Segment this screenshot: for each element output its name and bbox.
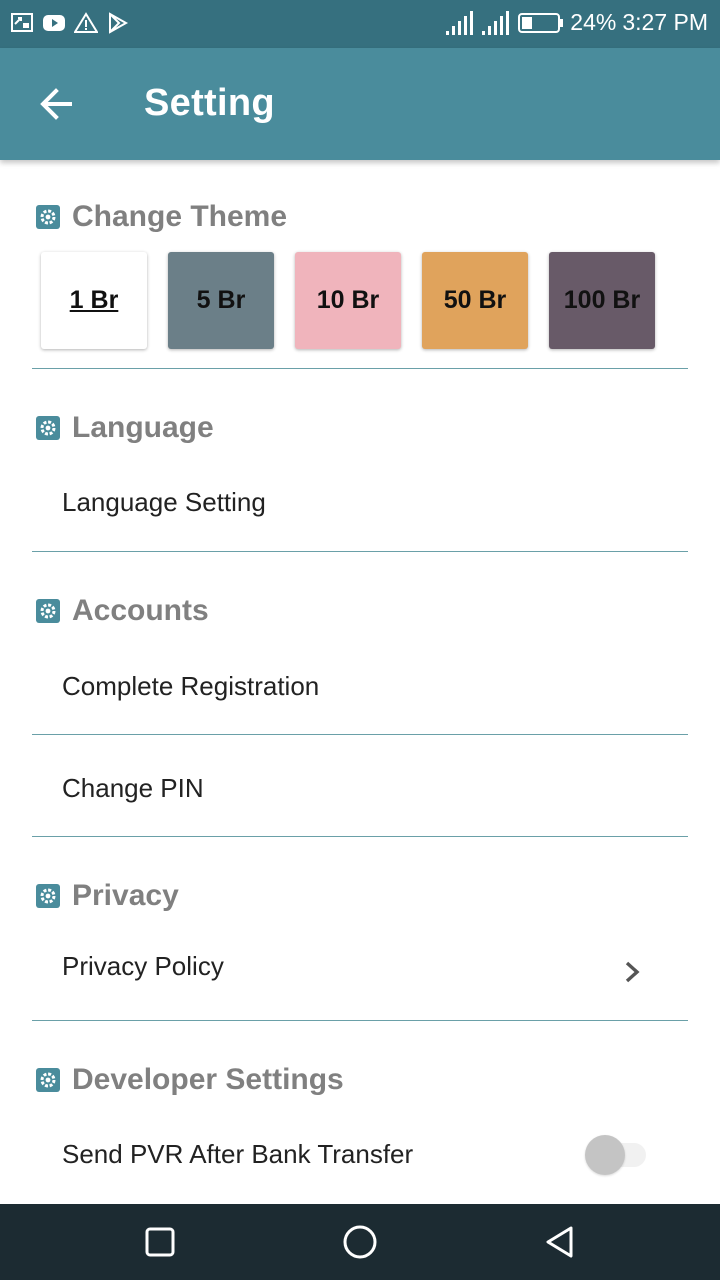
battery-level: 24% bbox=[570, 9, 617, 35]
theme-options: 1 Br 5 Br 10 Br 50 Br 100 Br bbox=[41, 252, 655, 349]
section-title-language: Language bbox=[72, 411, 214, 444]
clock: 3:27 PM bbox=[622, 9, 708, 35]
recents-icon[interactable] bbox=[140, 1222, 180, 1262]
gear-icon bbox=[36, 416, 60, 440]
section-header-language: Language bbox=[36, 411, 214, 445]
home-icon[interactable] bbox=[340, 1222, 380, 1262]
gear-icon bbox=[36, 599, 60, 623]
back-triangle-icon[interactable] bbox=[540, 1222, 580, 1262]
section-header-developer: Developer Settings bbox=[36, 1063, 344, 1097]
gear-icon bbox=[36, 205, 60, 229]
notification-icons bbox=[10, 10, 130, 36]
divider bbox=[32, 734, 688, 735]
complete-registration-item[interactable]: Complete Registration bbox=[62, 671, 319, 702]
battery-icon bbox=[518, 12, 564, 33]
section-title-privacy: Privacy bbox=[72, 879, 179, 912]
privacy-policy-item[interactable]: Privacy Policy bbox=[62, 951, 224, 982]
divider bbox=[32, 836, 688, 837]
gear-icon bbox=[36, 1068, 60, 1092]
divider bbox=[32, 551, 688, 552]
signal-icon bbox=[446, 10, 474, 35]
section-title-accounts: Accounts bbox=[72, 594, 209, 627]
system-status: 24% 3:27 PM bbox=[446, 9, 708, 36]
theme-option-1-br[interactable]: 1 Br bbox=[41, 252, 147, 349]
page-title: Setting bbox=[144, 82, 275, 124]
section-title-theme: Change Theme bbox=[72, 200, 288, 233]
toggle-knob bbox=[585, 1135, 625, 1175]
language-setting-item[interactable]: Language Setting bbox=[62, 487, 266, 518]
theme-option-5-br[interactable]: 5 Br bbox=[168, 252, 274, 349]
back-arrow-icon[interactable] bbox=[28, 76, 84, 132]
change-pin-item[interactable]: Change PIN bbox=[62, 773, 204, 804]
section-header-privacy: Privacy bbox=[36, 879, 179, 913]
chevron-right-icon[interactable] bbox=[620, 958, 644, 986]
send-pvr-toggle[interactable] bbox=[584, 1135, 650, 1175]
theme-option-10-br[interactable]: 10 Br bbox=[295, 252, 401, 349]
section-title-developer: Developer Settings bbox=[72, 1063, 344, 1096]
screen-cast-icon bbox=[11, 13, 33, 32]
gear-icon bbox=[36, 884, 60, 908]
navigation-bar bbox=[0, 1204, 720, 1280]
theme-option-50-br[interactable]: 50 Br bbox=[422, 252, 528, 349]
play-store-icon bbox=[109, 12, 129, 34]
divider bbox=[32, 368, 688, 369]
theme-option-100-br[interactable]: 100 Br bbox=[549, 252, 655, 349]
divider bbox=[32, 1020, 688, 1021]
section-header-theme: Change Theme bbox=[36, 200, 287, 234]
signal-icon bbox=[482, 10, 510, 35]
status-bar: 24% 3:27 PM bbox=[0, 0, 720, 48]
section-header-accounts: Accounts bbox=[36, 594, 209, 628]
send-pvr-item: Send PVR After Bank Transfer bbox=[62, 1139, 414, 1169]
warning-icon bbox=[74, 12, 98, 33]
youtube-icon bbox=[43, 15, 65, 31]
app-bar: Setting bbox=[0, 48, 720, 160]
